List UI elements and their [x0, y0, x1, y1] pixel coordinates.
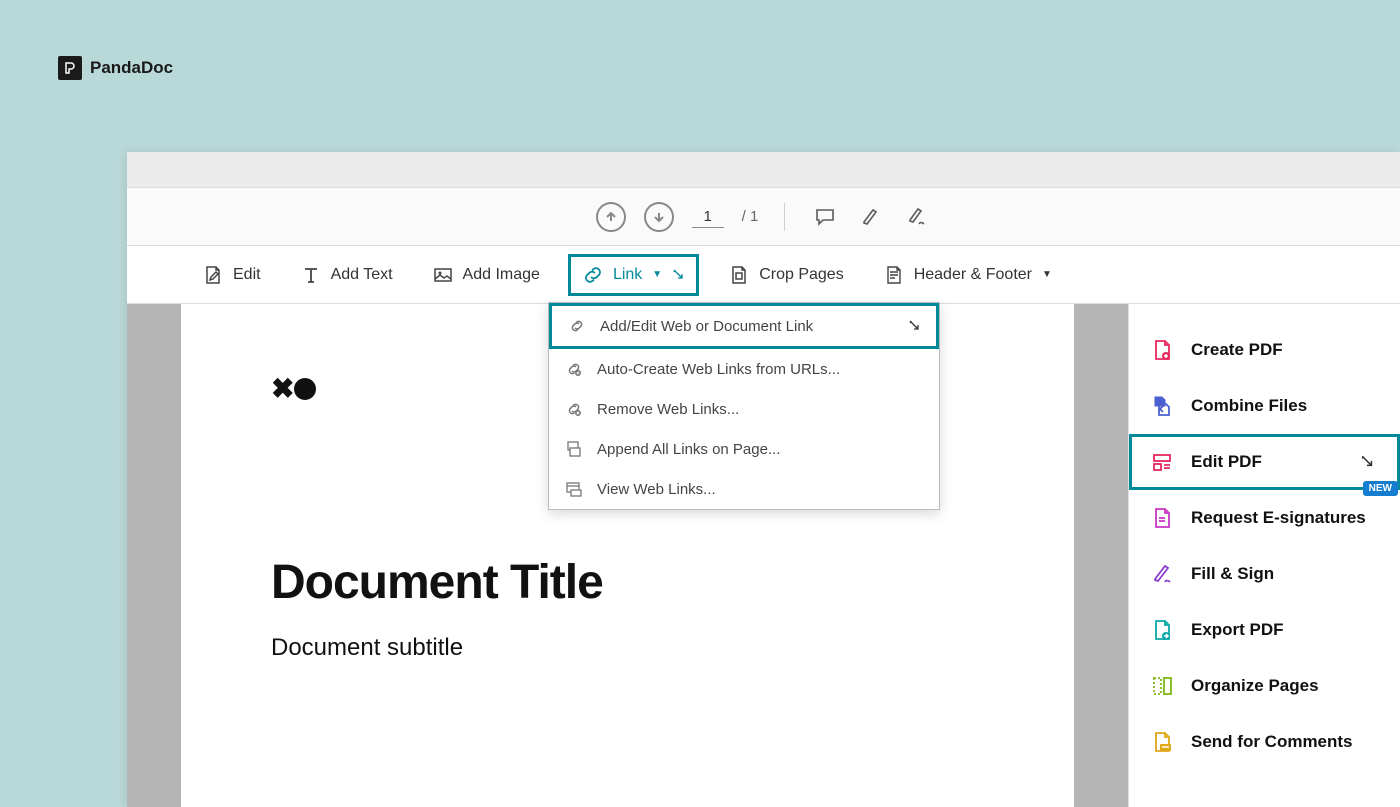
sidebar-label: Request E-signatures: [1191, 508, 1366, 528]
crop-icon: [727, 263, 751, 287]
page-total: / 1: [742, 208, 759, 225]
link-button[interactable]: Link ▼: [568, 254, 699, 296]
sidebar-fill-sign[interactable]: Fill & Sign: [1129, 546, 1400, 602]
cursor-icon: [1360, 454, 1376, 470]
crop-pages-button[interactable]: Crop Pages: [717, 257, 854, 293]
add-image-label: Add Image: [463, 266, 540, 284]
edit-button[interactable]: Edit: [191, 257, 271, 293]
highlight-icon[interactable]: [857, 203, 885, 231]
titlebar: [127, 152, 1400, 188]
brand-logo-block: PandaDoc: [58, 56, 173, 80]
sidebar-label: Organize Pages: [1191, 676, 1319, 696]
header-footer-label: Header & Footer: [914, 266, 1032, 284]
sidebar-create-pdf[interactable]: Create PDF: [1129, 322, 1400, 378]
send-comments-icon: [1149, 729, 1175, 755]
page-icon: [882, 263, 906, 287]
pages-icon: [563, 438, 585, 460]
add-text-button[interactable]: Add Text: [289, 257, 403, 293]
separator: [784, 203, 785, 231]
sidebar-label: Export PDF: [1191, 620, 1284, 640]
link-plus-icon: [563, 358, 585, 380]
menu-add-edit-link[interactable]: Add/Edit Web or Document Link: [549, 303, 939, 349]
sidebar-export-pdf[interactable]: Export PDF: [1129, 602, 1400, 658]
page-nav-bar: / 1: [127, 188, 1400, 246]
menu-label: Remove Web Links...: [597, 401, 739, 418]
sidebar-edit-pdf[interactable]: Edit PDF: [1129, 434, 1400, 490]
link-icon: [566, 315, 588, 337]
page-down-button[interactable]: [644, 202, 674, 232]
add-image-button[interactable]: Add Image: [421, 257, 550, 293]
organize-icon: [1149, 673, 1175, 699]
comment-icon[interactable]: [811, 203, 839, 231]
sidebar-label: Create PDF: [1191, 340, 1283, 360]
pandadoc-logo-icon: [58, 56, 82, 80]
sidebar-combine-files[interactable]: Combine Files: [1129, 378, 1400, 434]
image-icon: [431, 263, 455, 287]
page-up-button[interactable]: [596, 202, 626, 232]
link-remove-icon: [563, 398, 585, 420]
link-icon: [581, 263, 605, 287]
signature-icon: [1149, 505, 1175, 531]
new-badge: NEW: [1363, 481, 1398, 496]
add-text-label: Add Text: [331, 266, 393, 284]
link-dropdown: Add/Edit Web or Document Link Auto-Creat…: [548, 302, 940, 510]
edit-pdf-icon: [1149, 449, 1175, 475]
header-footer-button[interactable]: Header & Footer ▼: [872, 257, 1062, 293]
menu-append-links[interactable]: Append All Links on Page...: [549, 429, 939, 469]
combine-icon: [1149, 393, 1175, 419]
menu-label: Append All Links on Page...: [597, 441, 780, 458]
tools-sidebar: Create PDF Combine Files Edit PDF Reques…: [1128, 304, 1400, 807]
edit-toolbar: Edit Add Text Add Image Link ▼ Crop Page…: [127, 246, 1400, 304]
fill-sign-icon: [1149, 561, 1175, 587]
sidebar-send-comments[interactable]: Send for Comments: [1129, 714, 1400, 770]
app-window: / 1 Edit Add Text Add Image Link ▼: [127, 152, 1400, 807]
sidebar-organize-pages[interactable]: Organize Pages: [1129, 658, 1400, 714]
edit-label: Edit: [233, 266, 261, 284]
chevron-down-icon: ▼: [652, 269, 662, 280]
sidebar-label: Fill & Sign: [1191, 564, 1274, 584]
sign-icon[interactable]: [903, 203, 931, 231]
menu-label: Add/Edit Web or Document Link: [600, 318, 813, 335]
sidebar-label: Combine Files: [1191, 396, 1307, 416]
chevron-down-icon: ▼: [1042, 269, 1052, 280]
sidebar-label: Send for Comments: [1191, 732, 1353, 752]
menu-auto-create-links[interactable]: Auto-Create Web Links from URLs...: [549, 349, 939, 389]
export-icon: [1149, 617, 1175, 643]
link-label: Link: [613, 266, 642, 284]
brand-name: PandaDoc: [90, 58, 173, 78]
sidebar-request-signatures[interactable]: Request E-signatures NEW: [1129, 490, 1400, 546]
browser-icon: [563, 478, 585, 500]
text-icon: [299, 263, 323, 287]
menu-view-links[interactable]: View Web Links...: [549, 469, 939, 509]
page-number-input[interactable]: [692, 206, 724, 228]
document-subtitle: Document subtitle: [271, 634, 984, 662]
menu-remove-links[interactable]: Remove Web Links...: [549, 389, 939, 429]
edit-icon: [201, 263, 225, 287]
cursor-icon: [908, 319, 922, 333]
menu-label: View Web Links...: [597, 481, 716, 498]
crop-pages-label: Crop Pages: [759, 266, 844, 284]
menu-label: Auto-Create Web Links from URLs...: [597, 361, 840, 378]
sidebar-label: Edit PDF: [1191, 452, 1262, 472]
create-pdf-icon: [1149, 337, 1175, 363]
document-title: Document Title: [271, 555, 984, 610]
